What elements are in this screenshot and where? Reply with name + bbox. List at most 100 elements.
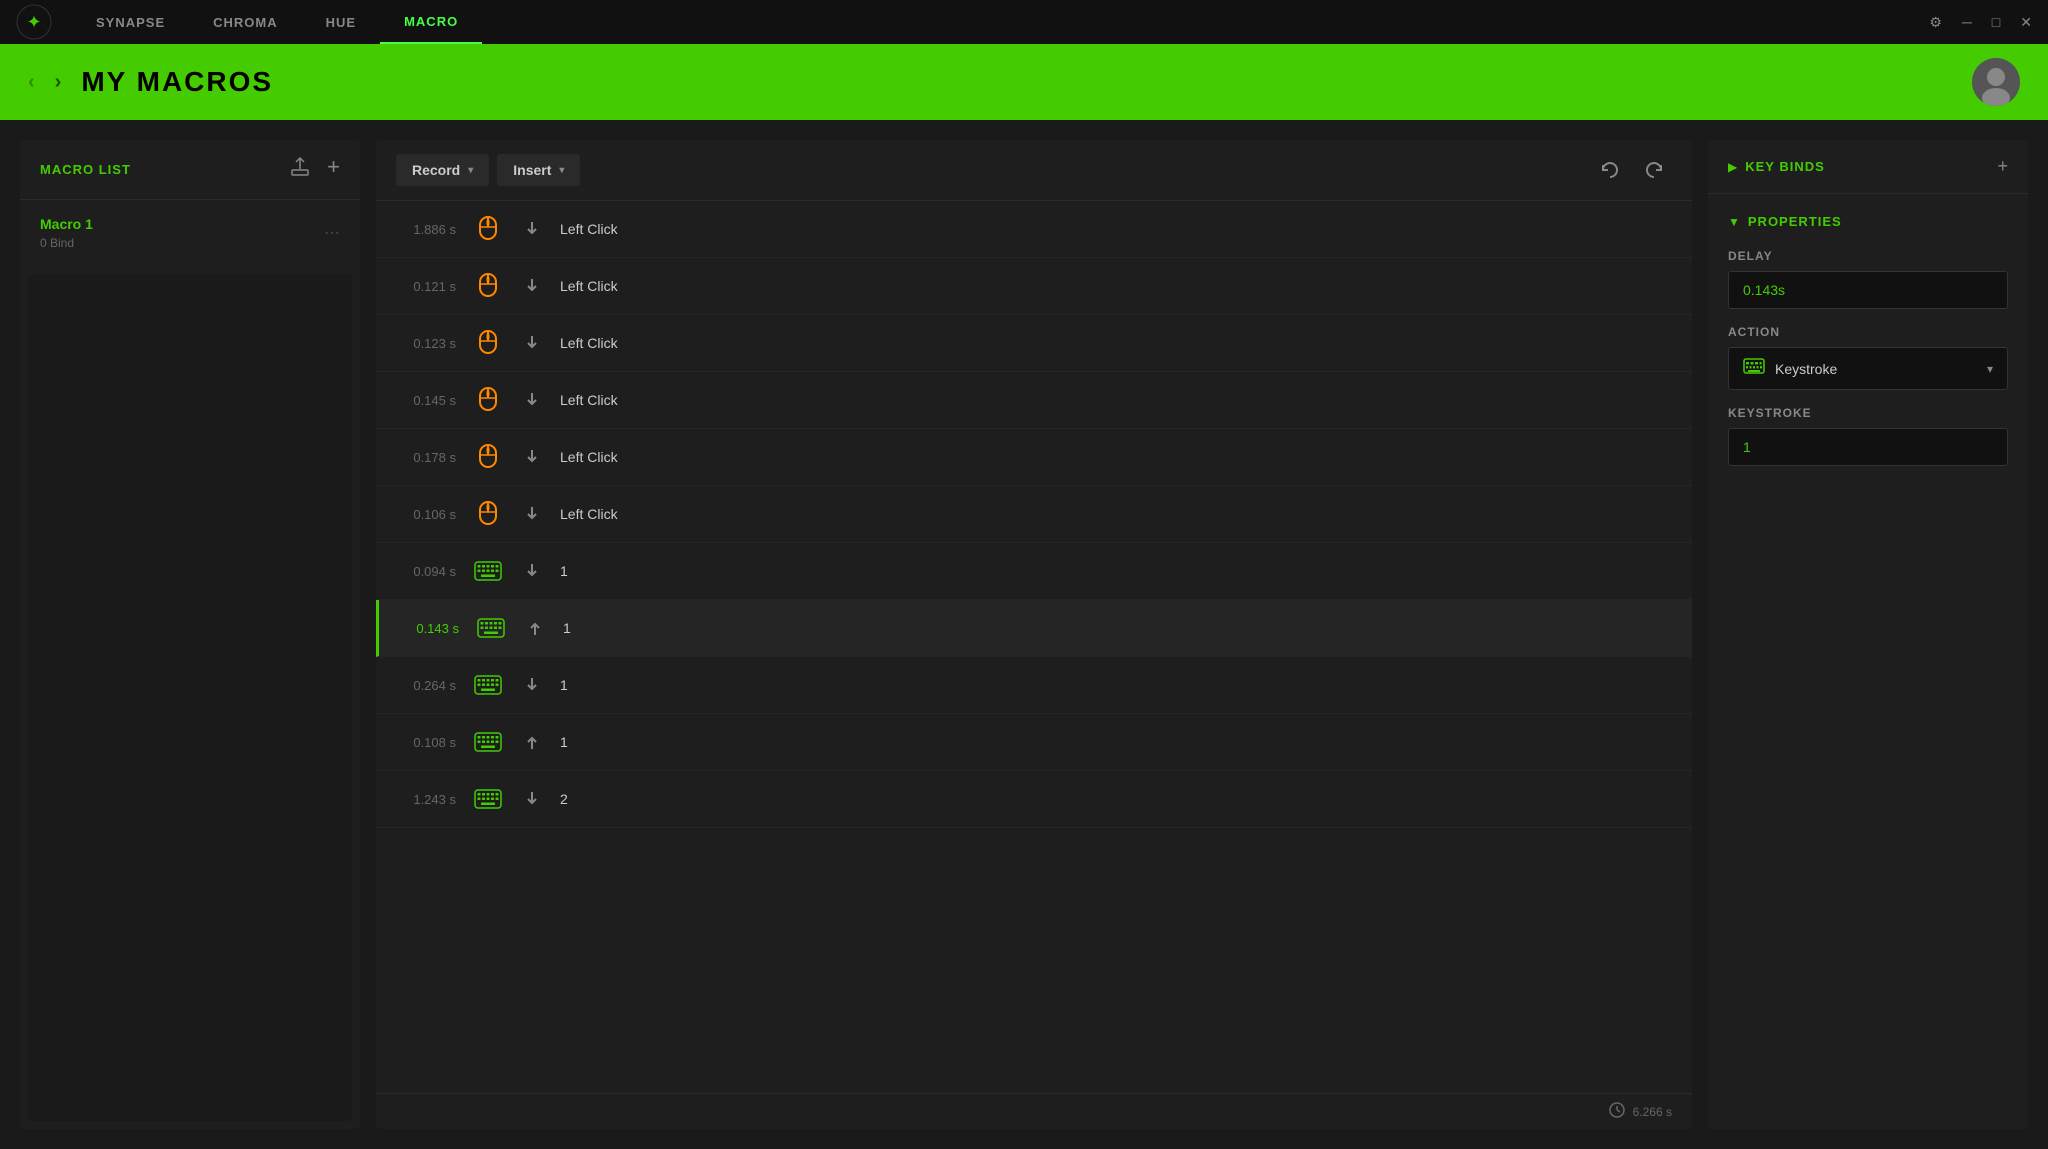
macro-entry-label: Left Click: [560, 392, 618, 408]
macro-entry-direction: [520, 559, 544, 583]
redo-button[interactable]: [1636, 152, 1672, 188]
macro-entry-time: 0.143 s: [399, 621, 459, 636]
macro-entry-label: Left Click: [560, 449, 618, 465]
record-button[interactable]: Record ▾: [396, 154, 489, 186]
macro-entry-time: 1.243 s: [396, 792, 456, 807]
keyboard-icon: [472, 555, 504, 587]
nav-synapse[interactable]: SYNAPSE: [72, 0, 189, 44]
back-button[interactable]: ‹: [28, 71, 35, 94]
keybinds-title: KEY BINDS: [1745, 159, 1989, 174]
macro-entry-time: 1.886 s: [396, 222, 456, 237]
macro-entry[interactable]: 0.264 s 1: [376, 657, 1692, 714]
mouse-icon: [472, 384, 504, 416]
nav-hue[interactable]: HUE: [302, 0, 380, 44]
macro-entry[interactable]: 0.106 s Left Click: [376, 486, 1692, 543]
macro-entry-label: Left Click: [560, 335, 618, 351]
macro-item[interactable]: Macro 1 0 Bind ···: [20, 200, 360, 266]
mouse-icon: [472, 327, 504, 359]
macro-entry[interactable]: 0.145 s Left Click: [376, 372, 1692, 429]
macro-entry-label: 1: [563, 620, 571, 636]
macro-entry[interactable]: 0.108 s 1: [376, 714, 1692, 771]
insert-button[interactable]: Insert ▾: [497, 154, 580, 186]
insert-label: Insert: [513, 162, 551, 178]
macro-entry-direction: [520, 673, 544, 697]
mouse-icon: [472, 270, 504, 302]
main-content: MACRO LIST + Macro 1 0 Bind ···: [0, 120, 2048, 1149]
macro-entry-time: 0.094 s: [396, 564, 456, 579]
maximize-button[interactable]: □: [1992, 14, 2000, 30]
header-bar: ‹ › MY MACROS: [0, 44, 2048, 120]
properties-chevron: ▼: [1728, 215, 1740, 229]
page-title: MY MACROS: [81, 66, 1952, 98]
keystroke-label: KEYSTROKE: [1728, 406, 2008, 420]
macro-footer: 6.266 s: [376, 1093, 1692, 1129]
titlebar: ✦ SYNAPSE CHROMA HUE MACRO ⚙ ─ □ ✕: [0, 0, 2048, 44]
keystroke-field-group: KEYSTROKE: [1728, 406, 2008, 466]
nav-macro[interactable]: MACRO: [380, 0, 482, 44]
macro-editor-panel: Record ▾ Insert ▾ 1.: [376, 140, 1692, 1129]
macro-more-button[interactable]: ···: [324, 224, 340, 242]
keystroke-input[interactable]: [1728, 428, 2008, 466]
macro-entry[interactable]: 0.178 s Left Click: [376, 429, 1692, 486]
delay-input[interactable]: [1728, 271, 2008, 309]
macro-entry-direction: [520, 502, 544, 526]
keyboard-icon: [1743, 358, 1765, 379]
macro-editor-toolbar: Record ▾ Insert ▾: [376, 140, 1692, 201]
keyboard-icon: [475, 612, 507, 644]
keyboard-icon: [472, 669, 504, 701]
macro-entry-label: 1: [560, 677, 568, 693]
avatar[interactable]: [1972, 58, 2020, 106]
nav-chroma[interactable]: CHROMA: [189, 0, 302, 44]
forward-button[interactable]: ›: [55, 71, 62, 94]
macro-entry-direction: [520, 388, 544, 412]
undo-button[interactable]: [1592, 152, 1628, 188]
macro-entry[interactable]: 0.123 s Left Click: [376, 315, 1692, 372]
properties-header: ▼ PROPERTIES: [1728, 214, 2008, 229]
macro-list-panel: MACRO LIST + Macro 1 0 Bind ···: [20, 140, 360, 1129]
action-value: Keystroke: [1775, 361, 1993, 377]
action-field-group: ACTION: [1728, 325, 2008, 390]
action-select[interactable]: Keystroke ▾: [1728, 347, 2008, 390]
macro-entry-time: 0.123 s: [396, 336, 456, 351]
macro-entry-time: 0.106 s: [396, 507, 456, 522]
macro-entry[interactable]: 0.121 s Left Click: [376, 258, 1692, 315]
window-controls: ⚙ ─ □ ✕: [1929, 14, 2032, 31]
macro-entry[interactable]: 1.243 s 2: [376, 771, 1692, 828]
export-button[interactable]: [289, 156, 311, 183]
macro-entry-time: 0.121 s: [396, 279, 456, 294]
macro-entry-time: 0.108 s: [396, 735, 456, 750]
add-keybind-button[interactable]: +: [1997, 156, 2008, 177]
macro-item-info: Macro 1 0 Bind: [40, 216, 93, 250]
minimize-button[interactable]: ─: [1962, 14, 1972, 30]
titlebar-nav: SYNAPSE CHROMA HUE MACRO: [72, 0, 1929, 44]
app-logo: ✦: [16, 4, 52, 40]
macro-entry-time: 0.264 s: [396, 678, 456, 693]
settings-icon[interactable]: ⚙: [1929, 14, 1942, 31]
macro-list-header: MACRO LIST +: [20, 140, 360, 200]
properties-panel: ▶ KEY BINDS + ▼ PROPERTIES DELAY ACTION: [1708, 140, 2028, 1129]
macro-entry[interactable]: 0.143 s 1: [376, 600, 1692, 657]
macro-item-name: Macro 1: [40, 216, 93, 232]
total-time-icon: [1609, 1102, 1625, 1121]
close-button[interactable]: ✕: [2020, 14, 2032, 31]
keybinds-section: ▶ KEY BINDS +: [1708, 140, 2028, 194]
macro-entry[interactable]: 1.886 s Left Click: [376, 201, 1692, 258]
macro-entry-label: Left Click: [560, 506, 618, 522]
properties-section: ▼ PROPERTIES DELAY ACTION: [1708, 194, 2028, 486]
insert-chevron: ▾: [559, 165, 564, 176]
macro-entry-label: 2: [560, 791, 568, 807]
properties-title: PROPERTIES: [1748, 214, 1842, 229]
mouse-icon: [472, 213, 504, 245]
keyboard-icon: [472, 783, 504, 815]
macro-entry-direction: [520, 730, 544, 754]
macro-entries-list: 1.886 s Left Click0.121 s Left Click0.12…: [376, 201, 1692, 1093]
macro-entry-label: 1: [560, 563, 568, 579]
macro-entry-label: Left Click: [560, 278, 618, 294]
macro-entry-direction: [520, 217, 544, 241]
macro-entry-time: 0.178 s: [396, 450, 456, 465]
macro-list-empty-area: [28, 274, 352, 1121]
add-macro-button[interactable]: +: [327, 156, 340, 183]
delay-label: DELAY: [1728, 249, 2008, 263]
macro-item-bind: 0 Bind: [40, 236, 93, 250]
macro-entry[interactable]: 0.094 s 1: [376, 543, 1692, 600]
